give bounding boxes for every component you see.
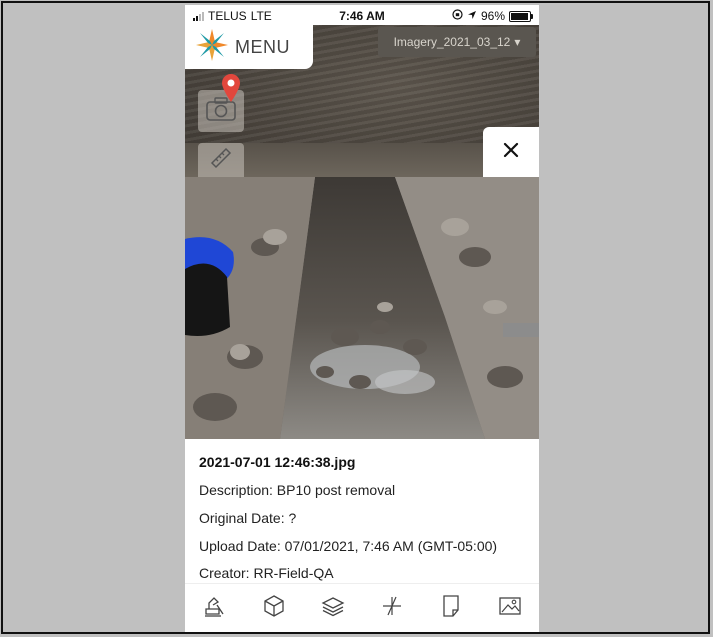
- plus-split-icon: [380, 594, 404, 623]
- measure-tool-button[interactable]: [376, 593, 408, 625]
- photo-info-panel: 2021-07-01 12:46:38.jpg Description: BP1…: [185, 439, 539, 589]
- photo-description: Description: BP10 post removal: [199, 482, 396, 498]
- site-photo[interactable]: [185, 177, 539, 439]
- orientation-lock-icon: [452, 9, 463, 23]
- excavator-button[interactable]: [199, 593, 231, 625]
- excavator-icon: [203, 594, 227, 623]
- gallery-button[interactable]: [494, 593, 526, 625]
- map-pin-icon[interactable]: [221, 73, 241, 108]
- location-arrow-icon: [467, 9, 477, 23]
- imagery-label: Imagery_2021_03_12: [393, 35, 511, 49]
- layers-icon: [321, 594, 345, 623]
- image-icon: [498, 594, 522, 623]
- close-button[interactable]: [483, 127, 539, 177]
- compass-star-logo-icon: [195, 28, 229, 67]
- layers-button[interactable]: [317, 593, 349, 625]
- photo-filename: 2021-07-01 12:46:38.jpg: [199, 454, 356, 470]
- status-right: 96%: [452, 9, 533, 23]
- bottom-toolbar: [185, 583, 539, 632]
- ruler-icon: [209, 146, 233, 175]
- document-button[interactable]: [435, 593, 467, 625]
- battery-percent: 96%: [480, 9, 505, 23]
- 3d-view-button[interactable]: [258, 593, 290, 625]
- measure-button[interactable]: [198, 143, 244, 177]
- photo-creator: Creator: RR-Field-QA: [199, 565, 334, 581]
- photo-upload-date: Upload Date: 07/01/2021, 7:46 AM (GMT-05…: [199, 538, 498, 554]
- menu-label: MENU: [235, 36, 290, 57]
- cube-icon: [262, 594, 286, 623]
- status-bar: TELUS LTE 7:46 AM 96%: [185, 5, 539, 25]
- photo-original-date: Original Date: ?: [199, 510, 297, 526]
- phone-screen: TELUS LTE 7:46 AM 96% MENU Imagery_2021_…: [185, 5, 539, 632]
- battery-icon: [509, 10, 533, 22]
- close-icon: [502, 141, 520, 164]
- chevron-down-icon: ▾: [514, 35, 521, 49]
- imagery-selector[interactable]: Imagery_2021_03_12 ▾: [378, 27, 536, 57]
- document-icon: [439, 594, 463, 623]
- menu-button[interactable]: MENU: [185, 25, 313, 69]
